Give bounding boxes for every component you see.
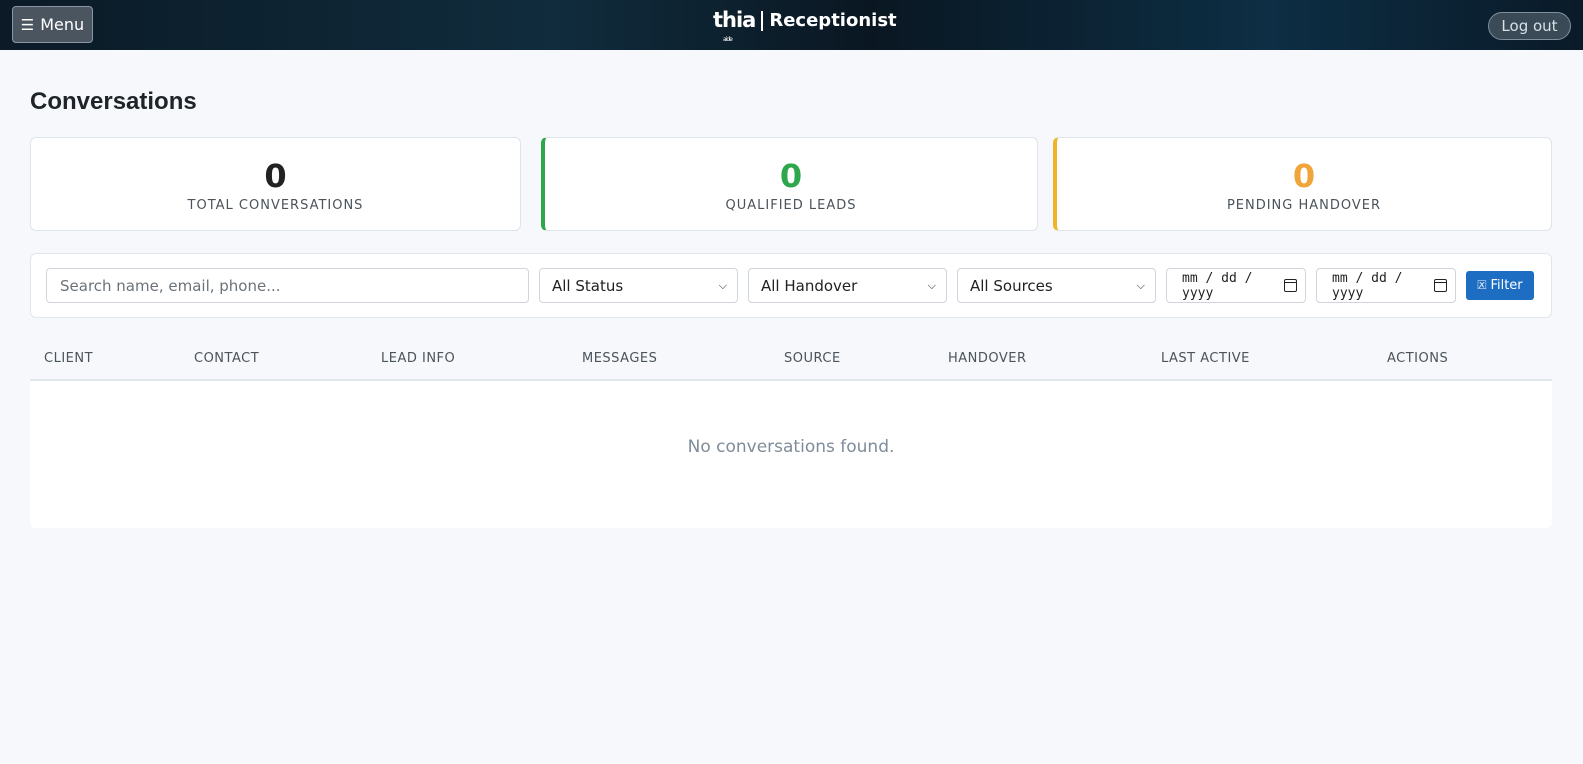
sources-select[interactable]: All Sources ⌵	[957, 268, 1156, 303]
chevron-down-icon: ⌵	[718, 278, 727, 292]
chevron-down-icon: ⌵	[1136, 278, 1145, 292]
logout-button[interactable]: Log out	[1488, 12, 1571, 40]
filter-bar: Search name, email, phone... All Status …	[30, 253, 1552, 318]
stat-value: 0	[779, 157, 803, 195]
search-input[interactable]: Search name, email, phone...	[46, 268, 529, 303]
filter-button[interactable]: 🗵 Filter	[1466, 271, 1534, 300]
column-header-messages[interactable]: MESSAGES	[582, 351, 657, 366]
page-title: Conversations	[30, 88, 197, 115]
date-from-placeholder: mm / dd / yyyy	[1182, 270, 1253, 301]
logo-sub: aide	[723, 36, 733, 43]
column-header-handover[interactable]: HANDOVER	[948, 351, 1027, 366]
column-header-lead-info[interactable]: LEAD INFO	[381, 351, 455, 366]
column-header-client[interactable]: CLIENT	[44, 351, 93, 366]
column-header-last-active[interactable]: LAST ACTIVE	[1161, 351, 1250, 366]
stat-card-total-conversations: 0 TOTAL CONVERSATIONS	[30, 137, 521, 231]
column-header-source[interactable]: SOURCE	[784, 351, 841, 366]
date-from-input[interactable]: mm / dd / yyyy	[1166, 268, 1306, 303]
menu-label: Menu	[40, 15, 85, 34]
logo-product: Receptionist	[769, 10, 897, 31]
status-select-value: All Status	[552, 276, 624, 295]
handover-select-value: All Handover	[761, 276, 858, 295]
empty-state-message: No conversations found.	[687, 437, 895, 457]
top-navbar: ☰ Menu thia aide Receptionist Log out	[0, 0, 1583, 50]
logo-divider	[761, 11, 764, 31]
menu-button[interactable]: ☰ Menu	[12, 6, 93, 43]
handover-select[interactable]: All Handover ⌵	[748, 268, 947, 303]
stat-label: PENDING HANDOVER	[1226, 198, 1382, 213]
calendar-icon[interactable]	[1283, 279, 1297, 292]
stat-card-qualified-leads: 0 QUALIFIED LEADS	[541, 137, 1038, 231]
stat-card-pending-handover: 0 PENDING HANDOVER	[1053, 137, 1552, 231]
status-select[interactable]: All Status ⌵	[539, 268, 738, 303]
column-header-actions: ACTIONS	[1387, 351, 1449, 366]
filter-icon: 🗵	[1477, 278, 1487, 292]
logo-brand: thia aide	[713, 8, 756, 43]
table-header: CLIENT CONTACT LEAD INFO MESSAGES SOURCE…	[30, 339, 1552, 381]
stat-label: TOTAL CONVERSATIONS	[187, 198, 364, 213]
table-body: No conversations found.	[30, 381, 1552, 528]
chevron-down-icon: ⌵	[927, 278, 936, 292]
sources-select-value: All Sources	[970, 276, 1053, 295]
hamburger-icon: ☰	[20, 15, 35, 34]
stat-value: 0	[1292, 157, 1316, 195]
stat-value: 0	[264, 157, 287, 195]
stat-label: QUALIFIED LEADS	[725, 198, 857, 213]
date-to-placeholder: mm / dd / yyyy	[1332, 270, 1403, 301]
date-to-input[interactable]: mm / dd / yyyy	[1316, 268, 1456, 303]
filter-button-label: Filter	[1490, 278, 1523, 293]
calendar-icon[interactable]	[1433, 279, 1447, 292]
column-header-contact[interactable]: CONTACT	[194, 351, 259, 366]
app-logo: thia aide Receptionist	[713, 8, 897, 43]
